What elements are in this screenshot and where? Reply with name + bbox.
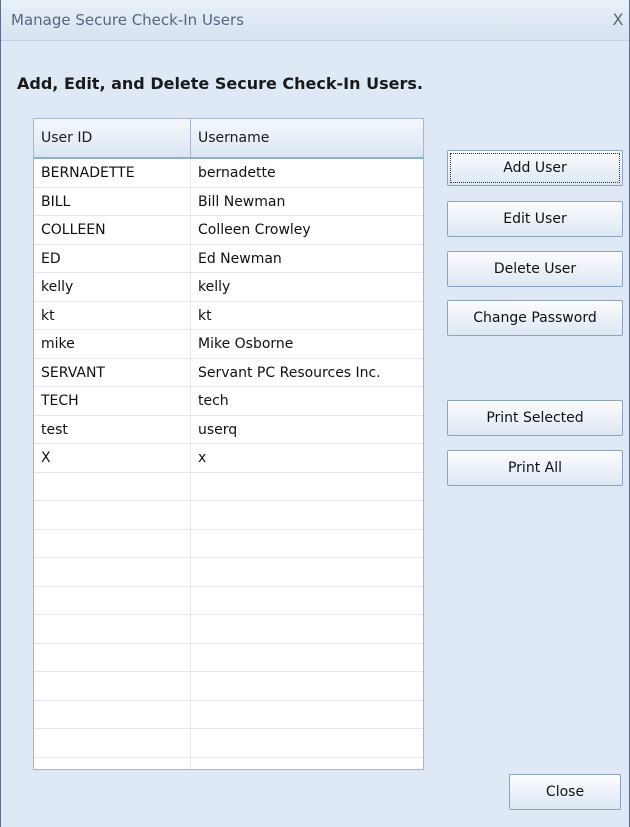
cell-user-id (34, 757, 191, 769)
cell-username: tech (198, 393, 229, 409)
table-row[interactable]: mike Mike Osborne (34, 330, 423, 359)
cell-username (191, 615, 423, 643)
cell-user-id: BERNADETTE (34, 159, 191, 187)
table-row[interactable]: BERNADETTE bernadette (34, 159, 423, 188)
cell-user-id (34, 558, 191, 586)
cell-username (191, 758, 423, 770)
column-header-username[interactable]: Username (191, 119, 423, 157)
cell-username: Bill Newman (198, 193, 286, 210)
page-heading: Add, Edit, and Delete Secure Check-In Us… (17, 74, 423, 93)
cell-username (191, 701, 423, 729)
table-row[interactable]: BILL Bill Newman (34, 187, 423, 216)
table-row[interactable] (34, 672, 423, 701)
window-title: Manage Secure Check-In Users (11, 11, 244, 29)
cell-username (191, 672, 423, 700)
cell-username: kt (198, 307, 212, 324)
table-row[interactable] (34, 501, 423, 530)
cell-username (191, 530, 423, 558)
title-bar[interactable]: Manage Secure Check-In Users X (1, 0, 629, 41)
close-button[interactable]: Close (509, 774, 621, 810)
cell-username: Colleen Crowley (198, 222, 311, 238)
table-row[interactable]: TECH tech (34, 387, 423, 416)
cell-user-id: kt (34, 301, 191, 330)
cell-username (191, 729, 423, 757)
table-row[interactable]: kt kt (34, 301, 423, 330)
table-row[interactable] (34, 700, 423, 729)
cell-user-id (34, 472, 191, 501)
table-row[interactable] (34, 472, 423, 501)
users-table: User ID Username BERNADETTE bernadette BIL… (33, 118, 424, 770)
table-header: User ID Username (34, 119, 423, 159)
table-body: BERNADETTE bernadette BILL Bill Newman COLLE… (34, 159, 423, 769)
table-row[interactable]: COLLEEN Colleen Crowley (34, 216, 423, 245)
cell-username: Mike Osborne (198, 336, 294, 352)
cell-username: userq (198, 421, 238, 438)
cell-user-id (34, 729, 191, 757)
table-row[interactable] (34, 757, 423, 770)
column-header-user-id[interactable]: User ID (34, 119, 191, 157)
cell-username (191, 473, 423, 501)
add-user-button[interactable]: Add User (447, 150, 623, 186)
cell-user-id: COLLEEN (34, 216, 191, 244)
cell-user-id (34, 672, 191, 700)
change-password-button[interactable]: Change Password (447, 300, 623, 336)
table-row[interactable]: Xx (34, 444, 423, 473)
cell-user-id (34, 643, 191, 672)
cell-user-id: mike (34, 330, 191, 358)
cell-username: Servant PC Resources Inc. (198, 364, 381, 381)
delete-user-button[interactable]: Delete User (447, 251, 623, 287)
cell-username: x (198, 450, 207, 466)
edit-user-button[interactable]: Edit User (447, 201, 623, 237)
table-row[interactable]: test userq (34, 415, 423, 444)
cell-user-id (34, 700, 191, 729)
dialog-window: Manage Secure Check-In Users X Add, Edit… (0, 0, 630, 827)
table-row[interactable]: ED Ed Newman (34, 244, 423, 273)
cell-username: bernadette (198, 165, 276, 181)
cell-user-id: SERVANT (34, 358, 191, 387)
table-row[interactable] (34, 643, 423, 672)
cell-username: Ed Newman (198, 250, 282, 267)
cell-username (191, 501, 423, 529)
table-row[interactable]: SERVANT Servant PC Resources Inc. (34, 358, 423, 387)
print-selected-button[interactable]: Print Selected (447, 400, 623, 436)
table-row[interactable] (34, 586, 423, 615)
cell-user-id (34, 529, 191, 558)
table-row[interactable] (34, 615, 423, 644)
table-row[interactable] (34, 529, 423, 558)
cell-user-id (34, 615, 191, 643)
cell-user-id: test (34, 415, 191, 444)
table-row[interactable]: kelly kelly (34, 273, 423, 302)
cell-user-id: ED (34, 244, 191, 273)
cell-user-id: kelly (34, 273, 191, 301)
table-row[interactable] (34, 729, 423, 758)
cell-username: kelly (198, 279, 231, 295)
print-all-button[interactable]: Print All (447, 450, 623, 486)
cell-user-id: TECH (34, 387, 191, 415)
cell-user-id: BILL (34, 187, 191, 216)
close-icon[interactable]: X (611, 10, 625, 29)
cell-username (191, 644, 423, 672)
table-row[interactable] (34, 558, 423, 587)
cell-user-id (34, 586, 191, 615)
cell-username (191, 587, 423, 615)
cell-user-id: X (34, 444, 191, 472)
cell-user-id (34, 501, 191, 529)
cell-username (191, 558, 423, 586)
